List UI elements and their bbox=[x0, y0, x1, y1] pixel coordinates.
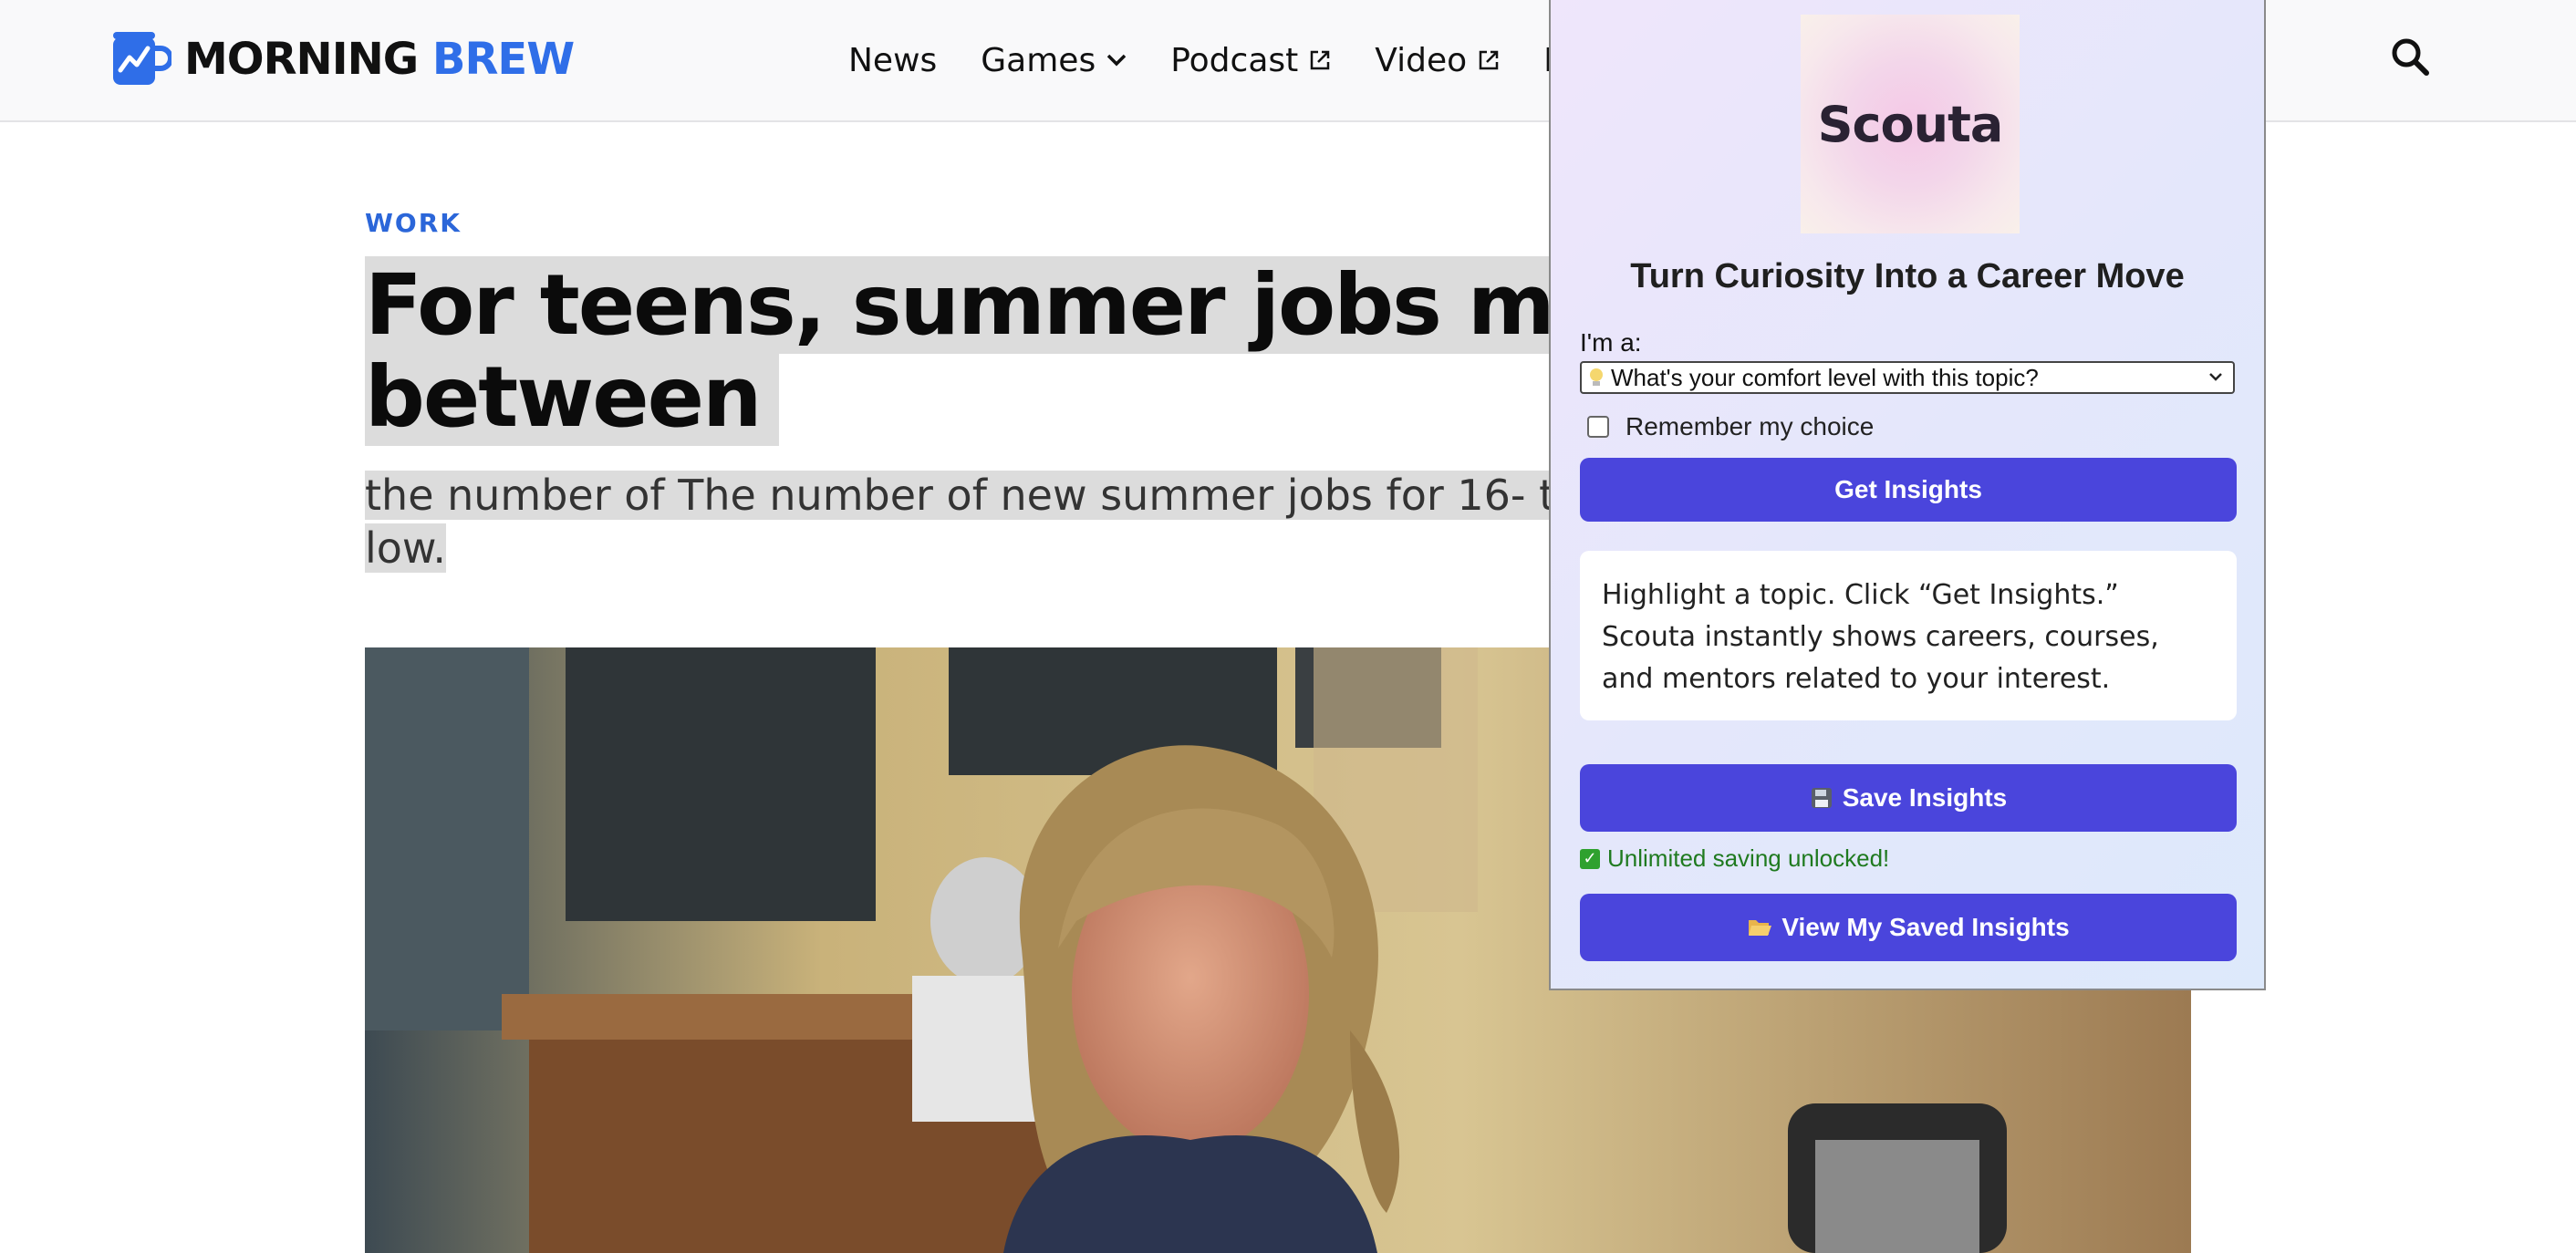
scouta-logo: Scouta bbox=[1801, 15, 2020, 233]
headline-line-2: between bbox=[365, 348, 779, 446]
role-label: I'm a: bbox=[1580, 328, 1642, 357]
article-headline: For teens, summer jobs may be fe between bbox=[365, 256, 1935, 446]
scouta-logo-text: Scouta bbox=[1817, 95, 2004, 153]
view-saved-insights-button[interactable]: View My Saved Insights bbox=[1580, 894, 2237, 961]
role-select-value: What's your comfort level with this topi… bbox=[1611, 363, 2039, 391]
remember-choice[interactable]: Remember my choice bbox=[1587, 412, 1874, 441]
brand-name: MORNING BREW bbox=[184, 34, 575, 85]
get-insights-label: Get Insights bbox=[1834, 475, 1982, 503]
popup-title: Turn Curiosity Into a Career Move bbox=[1630, 257, 2185, 295]
main-nav: News Games Podcast Video Ev bbox=[848, 36, 1627, 84]
scouta-extension-popup: Scouta Turn Curiosity Into a Career Move… bbox=[1549, 0, 2266, 990]
floppy-disk-icon bbox=[1810, 786, 1833, 810]
role-select[interactable]: What's your comfort level with this topi… bbox=[1580, 361, 2235, 394]
open-folder-icon bbox=[1747, 916, 1772, 938]
article-category[interactable]: WORK bbox=[365, 208, 462, 238]
saving-status-text: Unlimited saving unlocked! bbox=[1607, 844, 1890, 872]
article-subheadline: the number of The number of new summer j… bbox=[365, 469, 1739, 575]
search-icon[interactable] bbox=[2390, 36, 2430, 77]
instructions-card: Highlight a topic. Click “Get Insights.”… bbox=[1580, 551, 2237, 720]
chevron-down-icon bbox=[2209, 373, 2222, 381]
lightbulb-icon bbox=[1589, 368, 1604, 388]
external-link-icon bbox=[1479, 50, 1499, 70]
mug-logo-icon bbox=[113, 32, 171, 85]
remember-checkbox[interactable] bbox=[1587, 416, 1609, 438]
saving-status: ✓ Unlimited saving unlocked! bbox=[1580, 844, 1889, 873]
nav-podcast[interactable]: Podcast bbox=[1170, 42, 1331, 79]
external-link-icon bbox=[1311, 50, 1330, 70]
remember-label: Remember my choice bbox=[1626, 412, 1875, 440]
nav-video[interactable]: Video bbox=[1375, 42, 1500, 79]
save-insights-label: Save Insights bbox=[1842, 783, 2008, 812]
brand-logo[interactable]: MORNING BREW bbox=[109, 27, 575, 91]
view-saved-insights-label: View My Saved Insights bbox=[1781, 913, 2070, 941]
nav-news[interactable]: News bbox=[848, 42, 937, 79]
nav-games[interactable]: Games bbox=[981, 42, 1127, 79]
save-insights-button[interactable]: Save Insights bbox=[1580, 764, 2237, 832]
dek-line-1: the number of The number of new summer j… bbox=[365, 471, 1739, 520]
dek-line-2: low. bbox=[365, 523, 446, 573]
checkmark-icon: ✓ bbox=[1580, 848, 1600, 869]
instructions-text: Highlight a topic. Click “Get Insights.”… bbox=[1602, 579, 2159, 695]
chevron-down-icon bbox=[1106, 54, 1127, 67]
get-insights-button[interactable]: Get Insights bbox=[1580, 458, 2237, 522]
